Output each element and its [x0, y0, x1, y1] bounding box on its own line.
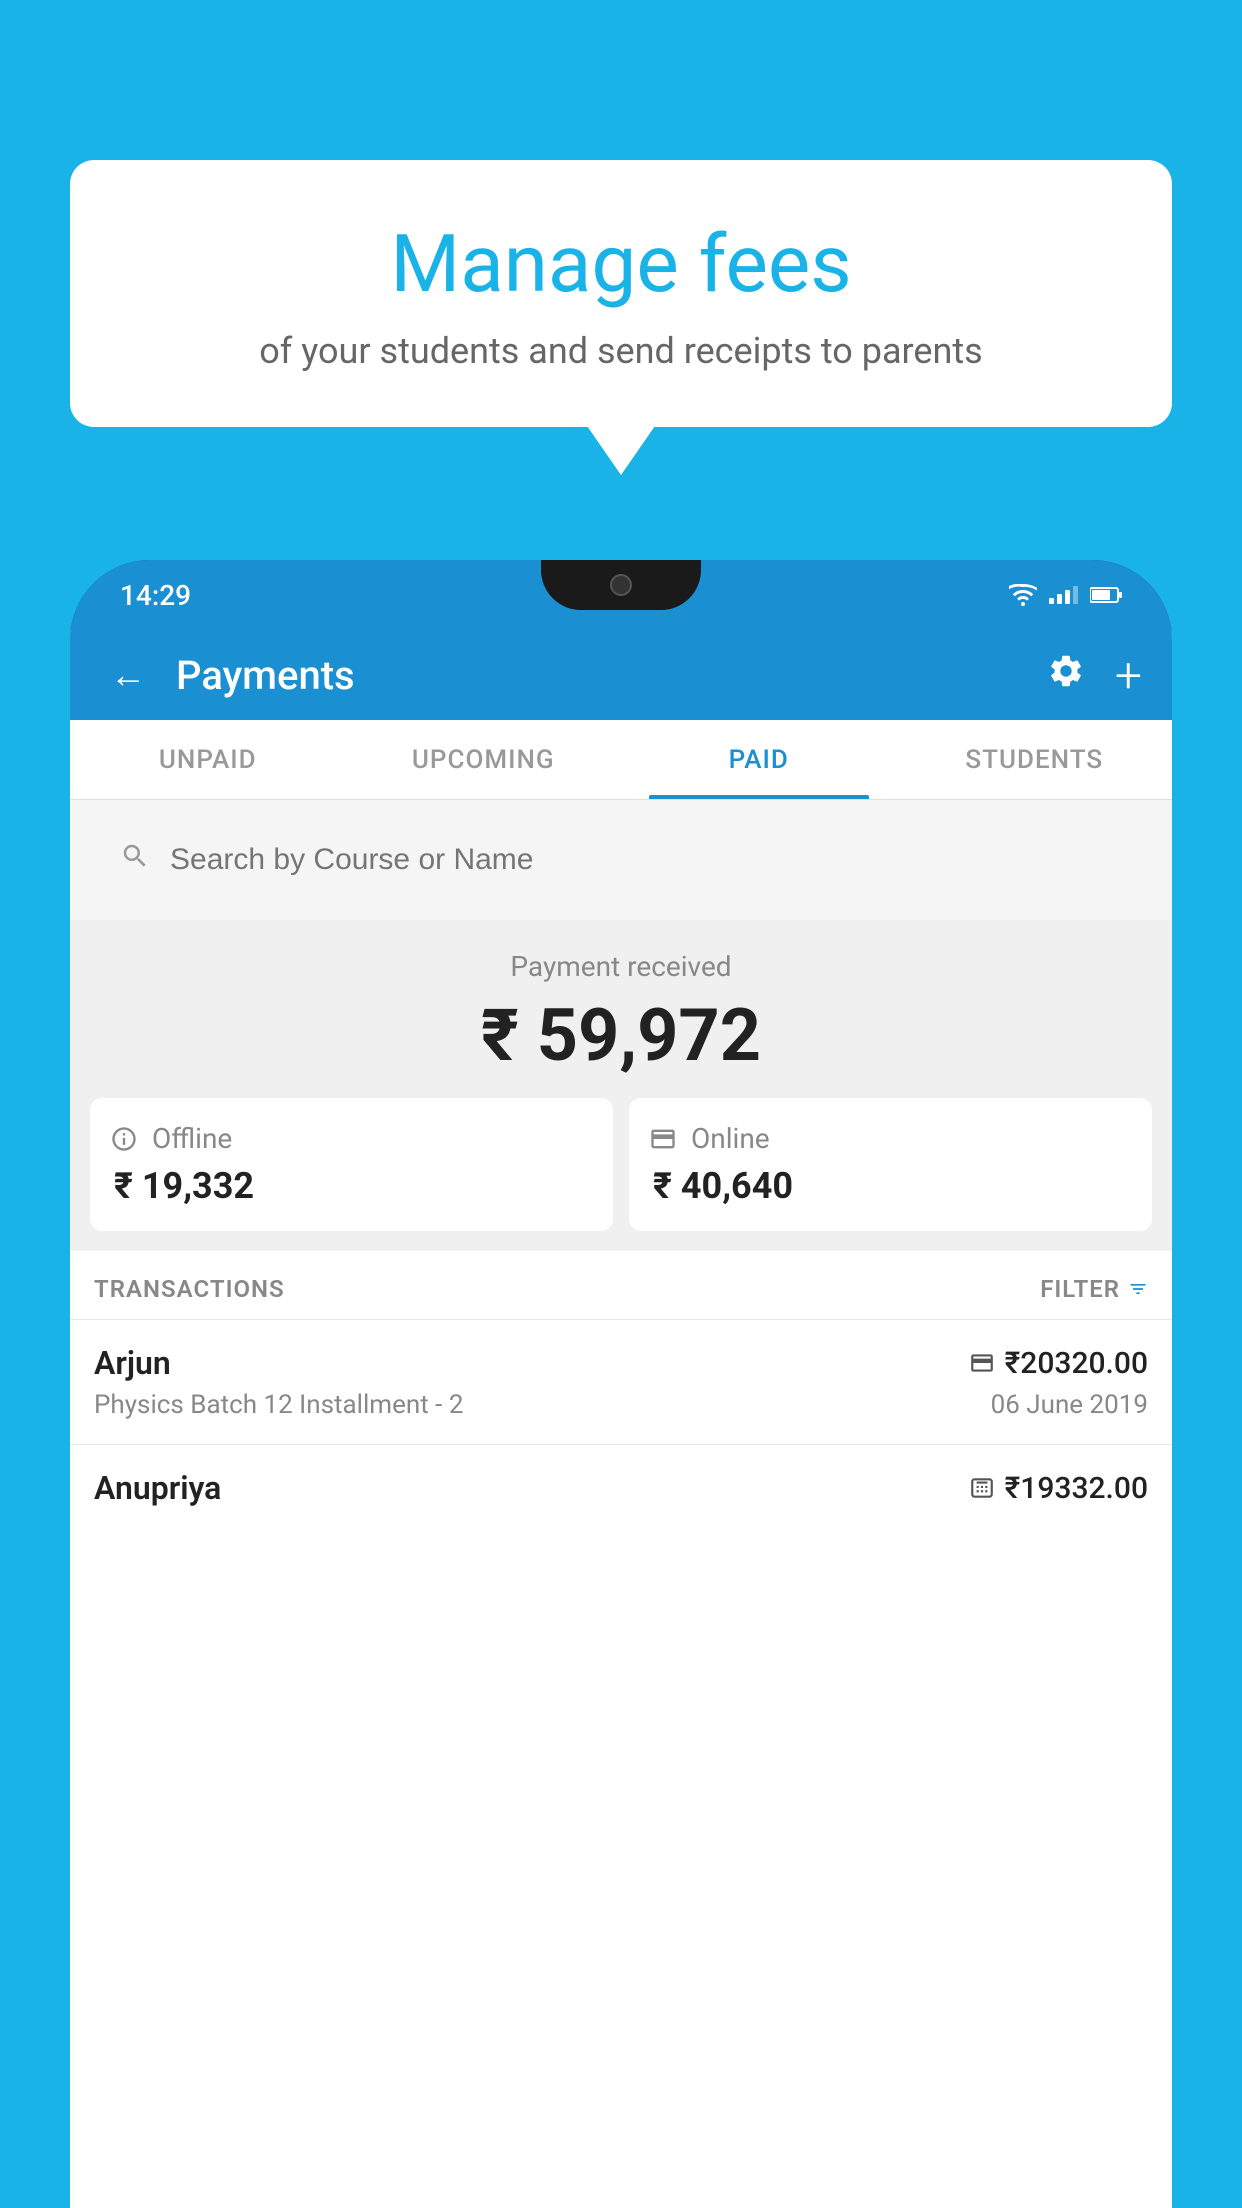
transaction-course: Physics Batch 12 Installment - 2 — [94, 1390, 463, 1420]
signal-icon — [1049, 586, 1078, 604]
transaction-row[interactable]: Arjun ₹20320.00 Physics Batch 12 Install… — [70, 1319, 1172, 1444]
status-icons — [1009, 584, 1122, 606]
offline-amount: ₹ 19,332 — [110, 1165, 593, 1207]
offline-payment-icon — [969, 1475, 995, 1501]
online-amount: ₹ 40,640 — [649, 1165, 1132, 1207]
bubble-title: Manage fees — [120, 220, 1122, 308]
online-icon — [649, 1125, 677, 1153]
payment-total: ₹ 59,972 — [90, 993, 1152, 1078]
tab-bar: UNPAID UPCOMING PAID STUDENTS — [70, 720, 1172, 800]
status-time: 14:29 — [120, 579, 191, 612]
offline-card: Offline ₹ 19,332 — [90, 1098, 613, 1231]
tab-unpaid[interactable]: UNPAID — [70, 720, 346, 799]
tab-paid[interactable]: PAID — [621, 720, 897, 799]
online-card: Online ₹ 40,640 — [629, 1098, 1152, 1231]
notch — [541, 560, 701, 610]
card-payment-icon — [969, 1350, 995, 1376]
online-label: Online — [691, 1122, 770, 1155]
tab-upcoming[interactable]: UPCOMING — [346, 720, 622, 799]
transactions-header: TRANSACTIONS FILTER — [70, 1251, 1172, 1319]
back-button[interactable]: ← — [100, 644, 156, 706]
top-bar: ← Payments + — [70, 630, 1172, 720]
settings-icon[interactable] — [1047, 652, 1085, 699]
search-input[interactable] — [170, 843, 1122, 877]
page-title: Payments — [176, 652, 1027, 699]
payment-received-label: Payment received — [90, 950, 1152, 983]
search-icon — [120, 841, 150, 879]
transaction-amount: ₹19332.00 — [969, 1471, 1148, 1506]
phone-frame: 14:29 ← — [70, 560, 1172, 2208]
offline-label: Offline — [152, 1122, 232, 1155]
bubble-subtitle: of your students and send receipts to pa… — [120, 330, 1122, 372]
add-button[interactable]: + — [1115, 647, 1142, 704]
battery-icon — [1090, 586, 1122, 604]
camera — [610, 574, 632, 596]
transaction-amount: ₹20320.00 — [969, 1346, 1148, 1381]
speech-bubble: Manage fees of your students and send re… — [70, 160, 1172, 427]
offline-icon — [110, 1125, 138, 1153]
transactions-label: TRANSACTIONS — [94, 1275, 285, 1303]
filter-icon — [1128, 1279, 1148, 1299]
tab-students[interactable]: STUDENTS — [897, 720, 1173, 799]
search-bar[interactable] — [90, 820, 1152, 900]
payment-cards: Offline ₹ 19,332 Online ₹ 40,640 — [90, 1098, 1152, 1231]
payment-summary: Payment received ₹ 59,972 Offline ₹ 19,3… — [70, 920, 1172, 1251]
transaction-name: Arjun — [94, 1344, 171, 1382]
transaction-name: Anupriya — [94, 1469, 221, 1507]
status-bar: 14:29 — [70, 560, 1172, 630]
transaction-row[interactable]: Anupriya ₹19332.00 — [70, 1444, 1172, 1539]
app-content: ← Payments + UNPAID UPCOMING PAID STUDEN… — [70, 630, 1172, 2208]
filter-button[interactable]: FILTER — [1040, 1275, 1148, 1303]
wifi-icon — [1009, 584, 1037, 606]
top-bar-actions: + — [1047, 647, 1142, 704]
transaction-date: 06 June 2019 — [991, 1390, 1148, 1420]
